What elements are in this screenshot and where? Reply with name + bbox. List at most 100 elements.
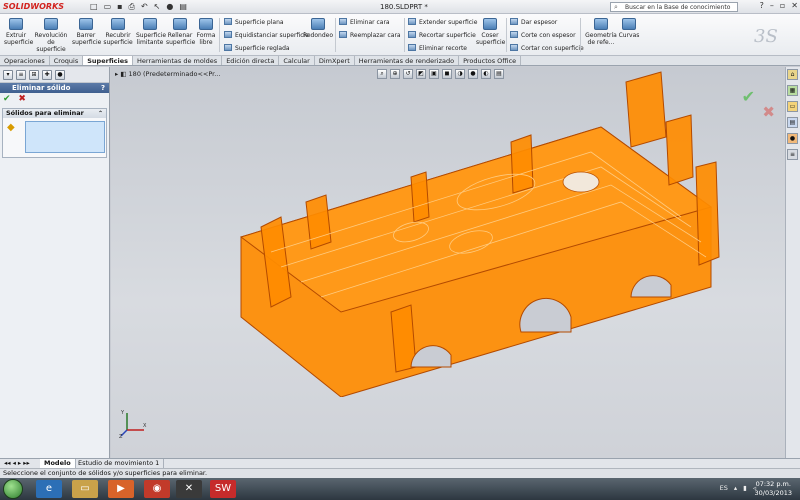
fillet-icon <box>311 18 325 30</box>
planar-surface-button[interactable]: Superficie plana <box>224 18 284 26</box>
fill-surface-icon <box>173 18 187 30</box>
network-icon[interactable]: ▮ <box>743 484 747 492</box>
tab-estudio-movimiento[interactable]: Estudio de movimiento 1 <box>74 459 165 468</box>
file-explorer-taskbar-icon[interactable]: ▭ <box>72 480 98 498</box>
open-file-icon[interactable]: ▭ <box>104 2 112 12</box>
extrude-surface-button[interactable]: Extruir superficie <box>4 18 33 46</box>
cancel-button[interactable]: ✖ <box>18 94 26 104</box>
part-icon: ▸ ◧ <box>115 70 129 78</box>
fillet-button[interactable]: Redondeo <box>302 18 334 39</box>
cut-with-surface-button[interactable]: Cortar con superficie <box>510 44 584 52</box>
dimxpert-manager-icon[interactable]: ✚ <box>42 70 52 80</box>
tab-edicion-directa[interactable]: Edición directa <box>222 56 280 65</box>
revolve-surface-button[interactable]: Revolución de superficie <box>34 18 68 53</box>
graphics-area[interactable]: ▸ ◧ 180 (Predeterminado<<Pr... ⌕ ⊕ ↺ ◩ ▣… <box>111 67 785 458</box>
axis-triad-icon: Y X Z <box>119 410 147 438</box>
knit-surface-button[interactable]: Coser superficie <box>476 18 505 46</box>
thicken-icon <box>510 18 518 25</box>
trim-surface-button[interactable]: Recortar superficie <box>408 31 476 39</box>
clock[interactable]: 07:32 p.m. 30/03/2013 <box>755 480 792 498</box>
undo-icon[interactable]: ↶ <box>141 2 148 12</box>
ok-button[interactable]: ✔ <box>3 94 11 104</box>
tab-herramientas-renderizado[interactable]: Herramientas de renderizado <box>355 56 460 65</box>
new-file-icon[interactable]: □ <box>90 2 98 12</box>
flyout-feature-tree[interactable]: ▸ ◧ 180 (Predeterminado<<Pr... <box>115 70 220 78</box>
ruled-surface-button[interactable]: Superficie reglada <box>224 44 290 52</box>
planar-surface-icon <box>224 18 232 25</box>
save-icon[interactable]: ▪ <box>117 2 122 12</box>
tab-calcular[interactable]: Calcular <box>279 56 315 65</box>
fill-surface-button[interactable]: Rellenar superficie <box>166 18 195 46</box>
group-title[interactable]: Sólidos para eliminar ⌃ <box>3 109 106 118</box>
property-manager-title-bar: Eliminar sólido ? <box>0 83 109 93</box>
boundary-surface-button[interactable]: Superficie limitante <box>136 18 166 46</box>
confirm-corner-ok-icon[interactable]: ✔ <box>742 87 755 106</box>
file-explorer-icon[interactable]: ▭ <box>787 101 798 112</box>
delete-face-button[interactable]: Eliminar cara <box>339 18 390 26</box>
tray-arrow-icon[interactable]: ▴ <box>734 484 737 492</box>
print-icon[interactable]: ⎙ <box>129 2 135 12</box>
options-icon[interactable]: ▤ <box>179 2 187 12</box>
untrim-surface-icon <box>408 44 416 51</box>
custom-properties-icon[interactable]: ≡ <box>787 149 798 160</box>
collapse-icon[interactable]: ⌃ <box>98 109 103 118</box>
curves-button[interactable]: Curvas <box>618 18 640 39</box>
display-manager-icon[interactable]: ● <box>55 70 65 80</box>
thicken-button[interactable]: Dar espesor <box>510 18 557 26</box>
tab-operaciones[interactable]: Operaciones <box>0 56 50 65</box>
tab-nav-arrows[interactable]: ◂◂ ◂ ▸ ▸▸ <box>0 459 34 468</box>
feature-tree-icon[interactable]: ▾ <box>3 70 13 80</box>
tab-superficies[interactable]: Superficies <box>83 56 134 65</box>
freeform-icon <box>199 18 213 30</box>
help-button[interactable]: ? <box>101 83 105 93</box>
tab-productos-office[interactable]: Productos Office <box>459 56 522 65</box>
confirm-corner-cancel-icon[interactable]: ✖ <box>762 103 775 121</box>
thickened-cut-button[interactable]: Corte con espesor <box>510 31 576 39</box>
command-tabs: Operaciones Croquis Superficies Herramie… <box>0 56 800 66</box>
appearances-icon[interactable]: ● <box>787 133 798 144</box>
offset-surface-button[interactable]: Equidistanciar superficie <box>224 31 309 39</box>
restore-icon[interactable]: ▫ <box>780 1 785 10</box>
svg-text:3S: 3S <box>754 26 778 47</box>
bodies-selection-list[interactable] <box>25 121 105 153</box>
sweep-surface-button[interactable]: Barrer superficie <box>72 18 101 46</box>
window-controls: ? – ▫ ✕ <box>760 1 798 10</box>
property-manager-icon[interactable]: ≡ <box>16 70 26 80</box>
extend-surface-button[interactable]: Extender superficie <box>408 18 477 26</box>
untrim-surface-button[interactable]: Eliminar recorte <box>408 44 467 52</box>
offset-surface-icon <box>224 31 232 38</box>
media-player-icon[interactable]: ▶ <box>108 480 134 498</box>
chrome-icon[interactable]: ◉ <box>144 480 170 498</box>
loft-surface-button[interactable]: Recubrir superficie <box>103 18 133 46</box>
title-bar: SOLIDWORKS □ ▭ ▪ ⎙ ↶ ↖ ● ▤ 180.SLDPRT * … <box>0 0 800 14</box>
select-icon[interactable]: ↖ <box>154 2 161 12</box>
tab-herramientas-moldes[interactable]: Herramientas de moldes <box>133 56 223 65</box>
task-pane-tabs: ⌂ ▦ ▭ ▤ ● ≡ <box>785 67 800 458</box>
bottom-tabs: ◂◂ ◂ ▸ ▸▸ Modelo Estudio de movimiento 1 <box>0 458 800 468</box>
internet-explorer-icon[interactable]: e <box>36 480 62 498</box>
part-model[interactable] <box>211 67 731 397</box>
property-manager-panel: ▾ ≡ ⊞ ✚ ● Eliminar sólido ? ✔ ✖ Sólidos … <box>0 67 110 458</box>
freeform-button[interactable]: Forma libre <box>196 18 216 46</box>
view-palette-icon[interactable]: ▤ <box>787 117 798 128</box>
svg-text:X: X <box>143 423 147 429</box>
rebuild-icon[interactable]: ● <box>166 2 173 12</box>
start-button[interactable] <box>3 479 23 499</box>
replace-face-button[interactable]: Reemplazar cara <box>339 31 401 39</box>
tab-dimxpert[interactable]: DimXpert <box>315 56 355 65</box>
home-icon[interactable]: ⌂ <box>787 69 798 80</box>
solidworks-taskbar-icon[interactable]: SW <box>210 480 236 498</box>
minimize-icon[interactable]: – <box>770 1 774 10</box>
x-app-icon[interactable]: ✕ <box>176 480 202 498</box>
help-icon[interactable]: ? <box>760 1 764 10</box>
design-library-icon[interactable]: ▦ <box>787 85 798 96</box>
3ds-logo-icon: 3S <box>754 26 778 47</box>
search-input[interactable]: ⌕ Buscar en la Base de conocimiento <box>610 2 738 12</box>
tab-croquis[interactable]: Croquis <box>50 56 84 65</box>
close-icon[interactable]: ✕ <box>791 1 798 10</box>
solid-body-icon: ◆ <box>7 122 15 133</box>
language-indicator[interactable]: ES <box>720 484 728 492</box>
configuration-manager-icon[interactable]: ⊞ <box>29 70 39 80</box>
tab-modelo[interactable]: Modelo <box>40 459 76 468</box>
reference-geometry-button[interactable]: Geometría de refe... <box>584 18 618 46</box>
